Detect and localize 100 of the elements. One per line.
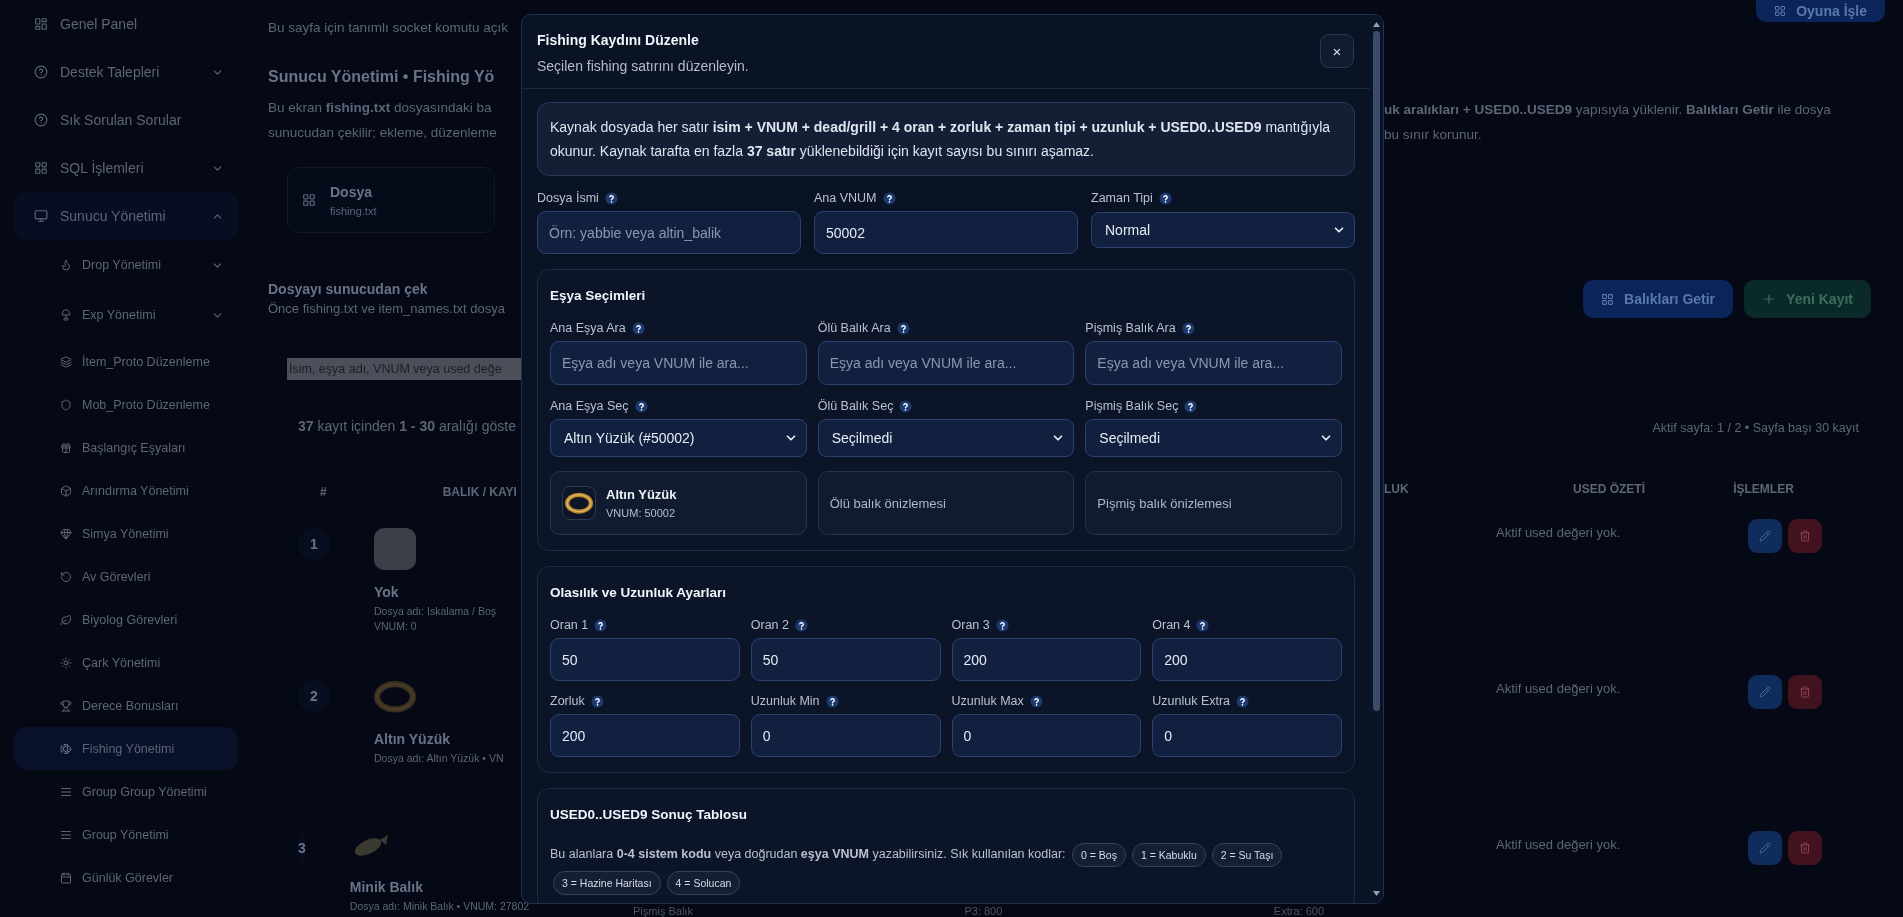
help-icon[interactable] xyxy=(634,399,648,413)
field-label: Oran 2 xyxy=(750,618,789,632)
code-chip: 0 = Boş xyxy=(1072,842,1126,867)
sidebar-item[interactable]: Günlük Görevler xyxy=(14,856,238,899)
column-header: USED ÖZETİ xyxy=(1573,482,1645,496)
select-field[interactable]: Normal xyxy=(1091,212,1355,248)
info-text: Kaynak dosyada her satır isim + VNUM + dead/grill + 4 oran + zorluk + zaman tipi + uzunluk + USED0..USED9 mantığıyla okunur. Kaynak tarafta en fazla 37 satır yüklenebildiği için kayıt sayısı bu sınırı aşamaz. xyxy=(537,102,1355,176)
help-icon[interactable] xyxy=(594,618,608,632)
help-icon[interactable] xyxy=(604,191,618,205)
sidebar-item[interactable]: Av Görevleri xyxy=(14,555,238,598)
item-name: Altın Yüzük xyxy=(606,487,677,502)
sidebar-item[interactable]: Drop Yönetimi xyxy=(14,240,238,290)
sidebar-item[interactable]: Fishing Yönetimi xyxy=(14,727,238,770)
number-field[interactable]: 200 xyxy=(1152,638,1342,681)
row-title: Yok xyxy=(374,584,400,600)
column-header: LUK xyxy=(1384,482,1410,496)
sidebar-item[interactable]: Genel Panel xyxy=(14,0,238,48)
item-vnum: VNUM: 50002 xyxy=(606,507,677,519)
sidebar-item[interactable]: SQL İşlemleri xyxy=(14,144,238,192)
used-summary: Aktif used değeri yok. xyxy=(1496,837,1622,852)
sidebar-item[interactable]: Exp Yönetimi xyxy=(14,290,238,340)
code-chip: 4 = Solucan xyxy=(666,870,741,895)
help-icon[interactable] xyxy=(1029,694,1043,708)
sidebar-item[interactable]: Biyolog Görevleri xyxy=(14,598,238,641)
sidebar-item[interactable]: Simya Yönetimi xyxy=(14,512,238,555)
number-field[interactable]: 0 xyxy=(951,714,1142,757)
input-field[interactable]: 50002 xyxy=(814,211,1078,254)
layers-icon xyxy=(60,355,72,368)
scrollbar[interactable] xyxy=(1370,15,1383,903)
pencil-icon xyxy=(1759,842,1771,854)
row-detail: Dosya adı: Minik Balık • VNUM: 27802 xyxy=(349,900,530,912)
field-label: Uzunluk Min xyxy=(750,694,820,708)
column-header: İŞLEMLER xyxy=(1733,482,1794,496)
pencil-icon xyxy=(1759,530,1771,542)
help-icon[interactable] xyxy=(590,694,604,708)
help-icon[interactable] xyxy=(899,399,913,413)
search-field[interactable]: Eşya adı veya VNUM ile ara... xyxy=(817,341,1075,385)
help-icon[interactable] xyxy=(995,618,1009,632)
grid-icon xyxy=(302,193,316,207)
number-field[interactable]: 50 xyxy=(550,638,740,681)
column-header: BALIK / KAYI xyxy=(442,485,517,499)
calendar-icon xyxy=(60,871,72,884)
number-field[interactable]: 200 xyxy=(951,638,1142,681)
help-icon[interactable] xyxy=(896,321,910,335)
sidebar-item[interactable]: Çark Yönetimi xyxy=(14,641,238,684)
number-field[interactable]: 0 xyxy=(1152,714,1342,757)
field-label: Oran 4 xyxy=(1152,618,1191,632)
row-peek-text: P3: 800 xyxy=(964,904,1003,917)
action-button[interactable]: Yeni Kayıt xyxy=(1744,280,1871,318)
help-icon[interactable] xyxy=(1196,618,1210,632)
action-button[interactable]: Balıkları Getir xyxy=(1583,280,1734,318)
help-icon[interactable] xyxy=(1158,191,1172,205)
trophy-icon xyxy=(60,699,72,712)
used-summary: Aktif used değeri yok. xyxy=(1496,525,1622,540)
sidebar-item[interactable]: Başlangıç Eşyaları xyxy=(14,426,238,469)
select-field[interactable]: Seçilmedi xyxy=(817,419,1075,457)
select-field[interactable]: Seçilmedi xyxy=(1085,419,1342,457)
flame-icon xyxy=(60,259,72,271)
field-label: Oran 1 xyxy=(550,618,589,632)
help-icon[interactable] xyxy=(1236,694,1250,708)
sidebar-item[interactable]: Arındırma Yönetimi xyxy=(14,469,238,512)
list-icon xyxy=(60,828,72,841)
help-icon[interactable] xyxy=(794,618,808,632)
number-field[interactable]: 200 xyxy=(550,714,740,757)
select-field[interactable]: Altın Yüzük (#50002) xyxy=(550,419,807,457)
number-field[interactable]: 50 xyxy=(750,638,941,681)
close-button[interactable]: × xyxy=(1320,34,1354,68)
list-icon xyxy=(60,785,72,798)
gem-icon xyxy=(60,527,72,540)
used-summary: Aktif used değeri yok. xyxy=(1496,681,1622,696)
sidebar-item[interactable]: Sunucu Yönetimi xyxy=(14,192,238,240)
sidebar-item[interactable]: Destek Talepleri xyxy=(14,48,238,96)
input-field[interactable]: Örn: yabbie veya altin_balik xyxy=(537,211,801,254)
sidebar-item[interactable]: Derece Bonusları xyxy=(14,684,238,727)
intro-text: bu sınır korunur. xyxy=(1384,126,1483,144)
image-placeholder xyxy=(374,528,416,570)
number-field[interactable]: 0 xyxy=(750,714,941,757)
sidebar-item[interactable]: İtem_Proto Düzenleme xyxy=(14,340,238,383)
sidebar-item[interactable]: Group Group Yönetimi xyxy=(14,770,238,813)
sun-icon xyxy=(60,656,72,669)
shield-icon xyxy=(60,398,72,411)
socket-note: Bu sayfa için tanımlı socket komutu açık xyxy=(268,20,510,35)
search-field[interactable]: Eşya adı veya VNUM ile ara... xyxy=(1085,341,1342,385)
help-icon[interactable] xyxy=(1181,321,1195,335)
help-icon[interactable] xyxy=(1184,399,1198,413)
sidebar-item[interactable]: Group Yönetimi xyxy=(14,813,238,856)
intro-text: uk aralıkları + USED0..USED9 yapısıyla yüklenir. Balıkları Getir ile dosya xyxy=(1384,101,1832,119)
leaf-icon xyxy=(60,613,72,626)
play-button[interactable]: Oyuna İşle xyxy=(1756,0,1885,22)
column-header: # xyxy=(320,485,327,499)
sidebar-item[interactable]: Sık Sorulan Sorular xyxy=(14,96,238,144)
help-icon[interactable] xyxy=(882,191,896,205)
help-icon xyxy=(34,65,48,79)
help-icon[interactable] xyxy=(825,694,839,708)
help-icon[interactable] xyxy=(631,321,645,335)
search-field[interactable]: Eşya adı veya VNUM ile ara... xyxy=(550,341,807,385)
sidebar-item[interactable]: Mob_Proto Düzenleme xyxy=(14,383,238,426)
row-number: 1 xyxy=(298,528,330,560)
rotate-icon xyxy=(60,570,72,583)
field-label: Pişmiş Balık Seç xyxy=(1085,399,1179,413)
